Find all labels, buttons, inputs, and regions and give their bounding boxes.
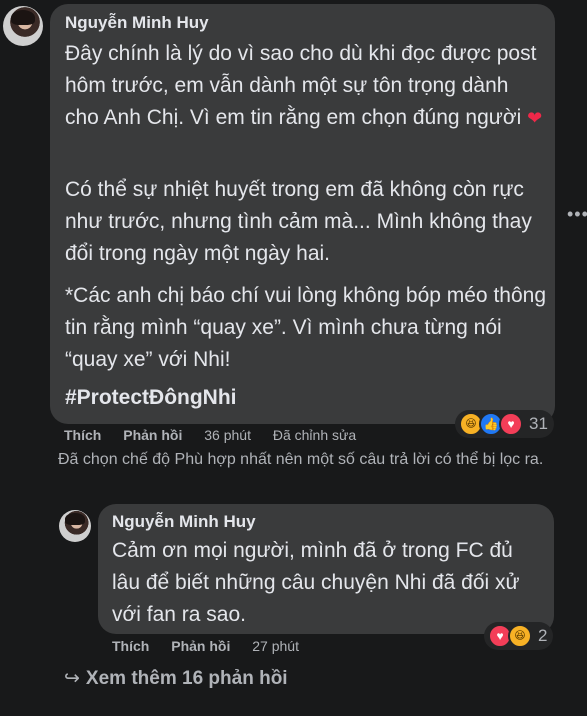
more-options-icon[interactable]: ••• xyxy=(567,204,587,225)
haha-icon: 😆 xyxy=(508,624,532,648)
reply-arrow-icon: ↪ xyxy=(64,668,80,689)
reaction-count: 31 xyxy=(529,414,548,433)
reply-actions: Thích Phản hồi 27 phút xyxy=(112,638,299,654)
reply-button[interactable]: Phản hồi xyxy=(123,427,182,443)
comment-paragraph-1: Đây chính là lý do vì sao cho dù khi đọc… xyxy=(65,42,543,129)
comment-paragraph-2: Có thể sự nhiệt huyết trong em đã không … xyxy=(65,178,532,265)
reply-bubble: Nguyễn Minh Huy Cảm ơn mọi người, mình đ… xyxy=(98,504,554,634)
reply-time[interactable]: 27 phút xyxy=(252,638,299,654)
view-more-replies-button[interactable]: ↪ Xem thêm 16 phản hồi xyxy=(64,667,288,690)
comment-paragraph-3: *Các anh chị báo chí vui lòng không bóp … xyxy=(65,284,547,371)
comment-time[interactable]: 36 phút xyxy=(204,427,251,443)
like-button[interactable]: Thích xyxy=(64,427,101,443)
reaction-count: 2 xyxy=(538,626,548,645)
reply-author[interactable]: Nguyễn Minh Huy xyxy=(112,512,256,532)
comment-author[interactable]: Nguyễn Minh Huy xyxy=(65,13,209,33)
comment-reactions[interactable]: 😆 👍 ♥ 31 xyxy=(455,410,554,438)
hashtag-link[interactable]: #ProtectĐôngNhi xyxy=(65,382,237,414)
comment-bubble: Nguyễn Minh Huy Đây chính là lý do vì sa… xyxy=(50,4,555,424)
reply-button[interactable]: Phản hồi xyxy=(171,638,230,654)
edited-label: Đã chỉnh sửa xyxy=(272,427,357,443)
comment-actions: Thích Phản hồi 36 phút Đã chỉnh sửa xyxy=(64,427,356,443)
love-icon: ♥ xyxy=(499,412,523,436)
reply-text: Cảm ơn mọi người, mình đã ở trong FC đủ … xyxy=(112,539,520,626)
reply-reactions[interactable]: ♥ 😆 2 xyxy=(484,622,554,650)
filter-notice: Đã chọn chế độ Phù hợp nhất nên một số c… xyxy=(58,451,544,468)
view-more-label: Xem thêm 16 phản hồi xyxy=(85,668,288,689)
like-button[interactable]: Thích xyxy=(112,638,149,654)
reply-avatar[interactable] xyxy=(59,510,91,542)
heart-emoji-icon: ❤ xyxy=(527,108,543,128)
avatar[interactable] xyxy=(3,6,43,46)
